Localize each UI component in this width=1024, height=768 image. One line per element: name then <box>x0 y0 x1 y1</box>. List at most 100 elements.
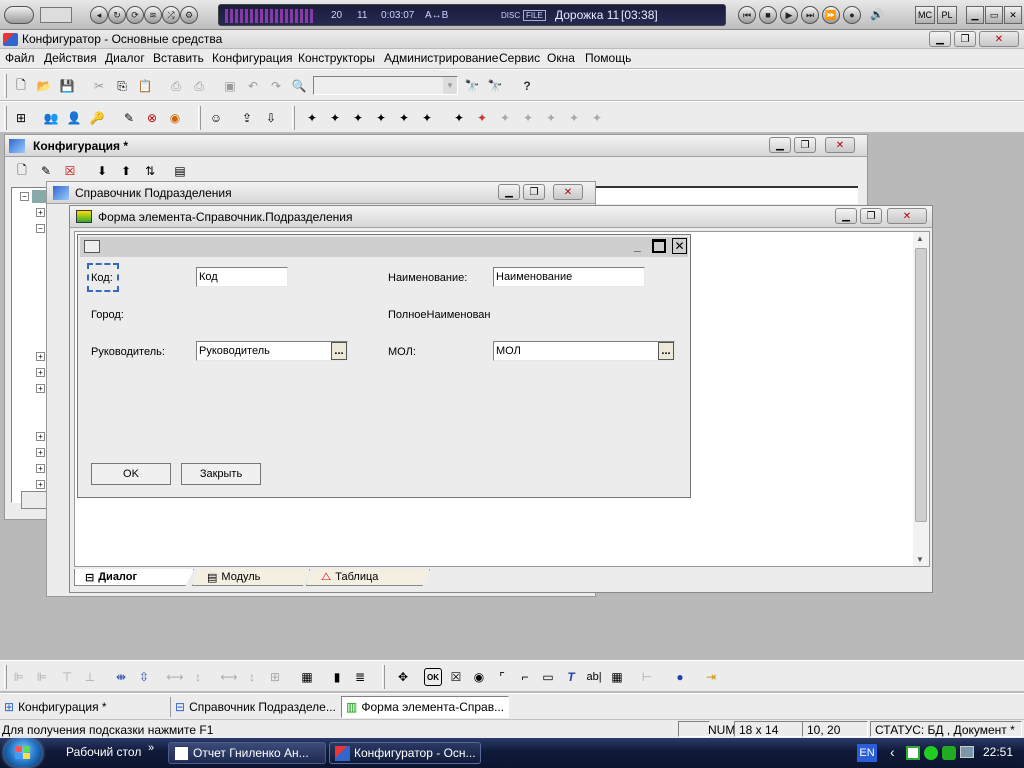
scroll-thumb[interactable] <box>915 248 927 522</box>
user-icon[interactable]: 👤 <box>65 109 83 127</box>
window-tab-form[interactable]: ▥ Форма элемента-Справ... <box>341 696 509 718</box>
wizard-print-icon[interactable]: ✦ <box>395 109 413 127</box>
player-prev-icon[interactable]: ⏮ <box>738 6 756 24</box>
tree-collapse-icon[interactable]: − <box>20 192 29 201</box>
print-icon[interactable]: ⎙ <box>167 77 185 95</box>
same-height-icon[interactable]: ↕ <box>243 668 261 686</box>
player-stop-icon[interactable]: ■ <box>759 6 777 24</box>
tree-expand-icon[interactable]: + <box>36 384 45 393</box>
tree-expand-icon[interactable]: + <box>36 448 45 457</box>
undo-icon[interactable]: ↶ <box>244 77 262 95</box>
space-across-icon[interactable]: ⟷ <box>166 668 184 686</box>
config-tree-icon[interactable]: ⊞ <box>12 109 30 127</box>
tab-dialog[interactable]: ⊟ Диалог <box>74 569 194 586</box>
wizard-disabled-icon[interactable]: ✦ <box>519 109 537 127</box>
app-restore-button[interactable]: ❐ <box>954 31 976 47</box>
head-select-button[interactable]: ... <box>331 342 347 360</box>
button-tool-icon[interactable]: OK <box>424 668 442 686</box>
tray-network-icon[interactable] <box>924 746 938 760</box>
toolbar-grip[interactable] <box>382 665 385 689</box>
grid-icon[interactable]: ▦ <box>298 668 316 686</box>
wizard-disabled-icon[interactable]: ✦ <box>588 109 606 127</box>
directory-minimize-button[interactable]: ▁ <box>498 184 520 200</box>
player-play-icon[interactable]: ▶ <box>780 6 798 24</box>
insert-object-icon[interactable]: ⇥ <box>702 668 720 686</box>
config-restore-button[interactable]: ❐ <box>794 137 816 153</box>
player-minimize-icon[interactable]: ▁ <box>966 6 984 24</box>
layers-icon[interactable]: ≣ <box>351 668 369 686</box>
player-pl-button[interactable]: PL <box>937 6 957 24</box>
wizard-table-icon[interactable]: ✦ <box>450 109 468 127</box>
center-horizontal-icon[interactable]: ⇼ <box>112 668 130 686</box>
menu-help[interactable]: Помощь <box>585 51 631 65</box>
form-design-area[interactable]: ▲ ▼ _ ✕ Код: Код Наименование: Наименова… <box>74 231 930 567</box>
window-tab-configuration[interactable]: ⊞ Конфигурация * <box>2 697 166 717</box>
tab-table[interactable]: ⧍ Таблица <box>306 569 430 586</box>
wizard-disabled-icon[interactable]: ✦ <box>496 109 514 127</box>
find-icon[interactable]: 🔍 <box>290 77 308 95</box>
select-all-icon[interactable]: ▣ <box>221 77 239 95</box>
print-preview-icon[interactable]: ⎙ <box>190 77 208 95</box>
designed-dialog[interactable]: _ ✕ Код: Код Наименование: Наименование … <box>77 234 691 498</box>
find-next-icon[interactable]: 🔭 <box>463 77 481 95</box>
new-document-icon[interactable]: 🗋 <box>12 77 30 95</box>
tree-expand-icon[interactable]: + <box>36 480 45 489</box>
toolbar-grip[interactable] <box>4 106 7 130</box>
download-icon[interactable]: ⇩ <box>262 109 280 127</box>
wizard-query-icon[interactable]: ✦ <box>418 109 436 127</box>
player-mode-switch[interactable] <box>40 7 72 23</box>
align-right-icon[interactable]: ⊫ <box>33 668 51 686</box>
tree-tool-icon[interactable]: ⊢ <box>638 668 656 686</box>
table-tool-icon[interactable]: ▦ <box>608 668 626 686</box>
ok-button[interactable]: OK <box>91 463 171 485</box>
menu-windows[interactable]: Окна <box>547 51 575 65</box>
directory-close-button[interactable]: ✕ <box>553 184 583 200</box>
config-close-button[interactable]: ✕ <box>825 137 855 153</box>
monitor-user-icon[interactable]: ☺ <box>207 109 225 127</box>
app-close-button[interactable]: ✕ <box>979 31 1019 47</box>
menu-service[interactable]: Сервис <box>499 51 540 65</box>
dialog-maximize-icon[interactable] <box>652 239 666 253</box>
align-bottom-icon[interactable]: ⊥ <box>81 668 99 686</box>
tree-expand-icon[interactable]: + <box>36 368 45 377</box>
tree-expand-icon[interactable]: + <box>36 464 45 473</box>
open-folder-icon[interactable]: 📂 <box>35 77 53 95</box>
wizard-report-icon[interactable]: ✦ <box>349 109 367 127</box>
debug-icon[interactable]: ◉ <box>166 109 184 127</box>
menu-insert[interactable]: Вставить <box>153 51 204 65</box>
player-mc-button[interactable]: MC <box>915 6 935 24</box>
desktop-toolbar-label[interactable]: Рабочий стол <box>66 745 141 759</box>
menu-actions[interactable]: Действия <box>44 51 97 65</box>
player-restore-icon[interactable]: ▭ <box>985 6 1003 24</box>
tree-properties-icon[interactable]: ✎ <box>37 162 55 180</box>
player-settings-icon[interactable]: ⚙ <box>180 6 198 24</box>
taskbar-item-report[interactable]: Отчет Гниленко Ан... <box>168 742 326 764</box>
wizard-disabled-icon[interactable]: ✦ <box>565 109 583 127</box>
player-repeat-icon[interactable]: ⟳ <box>126 6 144 24</box>
stop-icon[interactable]: ⊗ <box>143 109 161 127</box>
center-vertical-icon[interactable]: ⇳ <box>135 668 153 686</box>
mol-select-button[interactable]: ... <box>658 342 674 360</box>
sort-icon[interactable]: ⇅ <box>141 162 159 180</box>
menu-file[interactable]: Файл <box>5 51 35 65</box>
head-field[interactable]: Руководитель <box>196 341 348 361</box>
mol-field[interactable]: МОЛ <box>493 341 675 361</box>
player-next-icon[interactable]: ⏭ <box>801 6 819 24</box>
move-up-icon[interactable]: ⬆ <box>117 162 135 180</box>
move-down-icon[interactable]: ⬇ <box>93 162 111 180</box>
player-loop-icon[interactable]: ↻ <box>108 6 126 24</box>
wizard-form-icon[interactable]: ✦ <box>372 109 390 127</box>
dialog-close-icon[interactable]: ✕ <box>672 238 687 254</box>
frame-tool-icon[interactable]: ⌜ <box>493 668 511 686</box>
same-size-icon[interactable]: ⊞ <box>266 668 284 686</box>
menu-constructors[interactable]: Конструкторы <box>298 51 375 65</box>
tree-delete-icon[interactable]: ☒ <box>61 162 79 180</box>
paste-icon[interactable]: 📋 <box>136 77 154 95</box>
align-top-icon[interactable]: ⊤ <box>58 668 76 686</box>
player-shuffle-icon[interactable]: ⤮ <box>162 6 180 24</box>
taskbar-item-configurator[interactable]: Конфигуратор - Осн... <box>329 742 481 764</box>
radio-tool-icon[interactable]: ◉ <box>470 668 488 686</box>
scroll-down-icon[interactable]: ▼ <box>916 555 924 564</box>
users-icon[interactable]: 👥 <box>42 109 60 127</box>
directory-restore-button[interactable]: ❐ <box>523 184 545 200</box>
